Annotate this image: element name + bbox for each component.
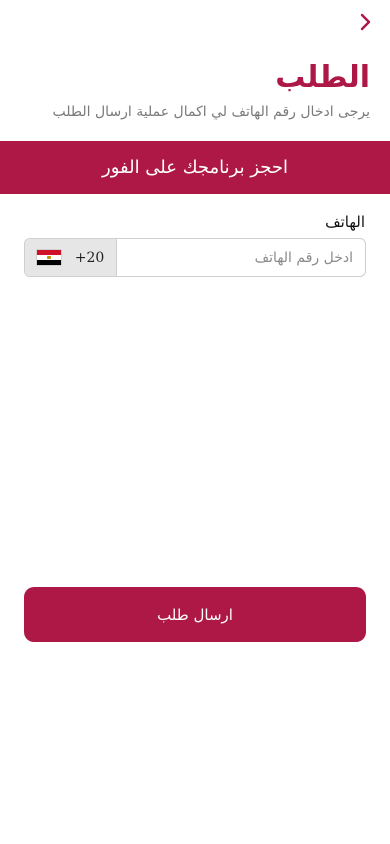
back-button[interactable] <box>354 10 376 34</box>
page-subtitle: يرجى ادخال رقم الهاتف لي اكمال عملية ارس… <box>52 104 370 120</box>
promo-banner: احجز برنامجك على الفور <box>0 141 390 194</box>
egypt-flag-icon <box>36 250 61 265</box>
page-title: الطلب <box>275 60 370 95</box>
phone-field: +20 <box>24 238 366 277</box>
country-code: +20 <box>74 249 105 266</box>
banner-text: احجز برنامجك على الفور <box>102 157 288 178</box>
country-code-selector[interactable]: +20 <box>25 239 117 276</box>
phone-label: الهاتف <box>325 213 365 231</box>
submit-request-button[interactable]: ارسال طلب <box>24 587 366 642</box>
phone-input[interactable] <box>117 239 365 276</box>
submit-label: ارسال طلب <box>157 605 233 624</box>
chevron-right-icon <box>360 13 371 31</box>
